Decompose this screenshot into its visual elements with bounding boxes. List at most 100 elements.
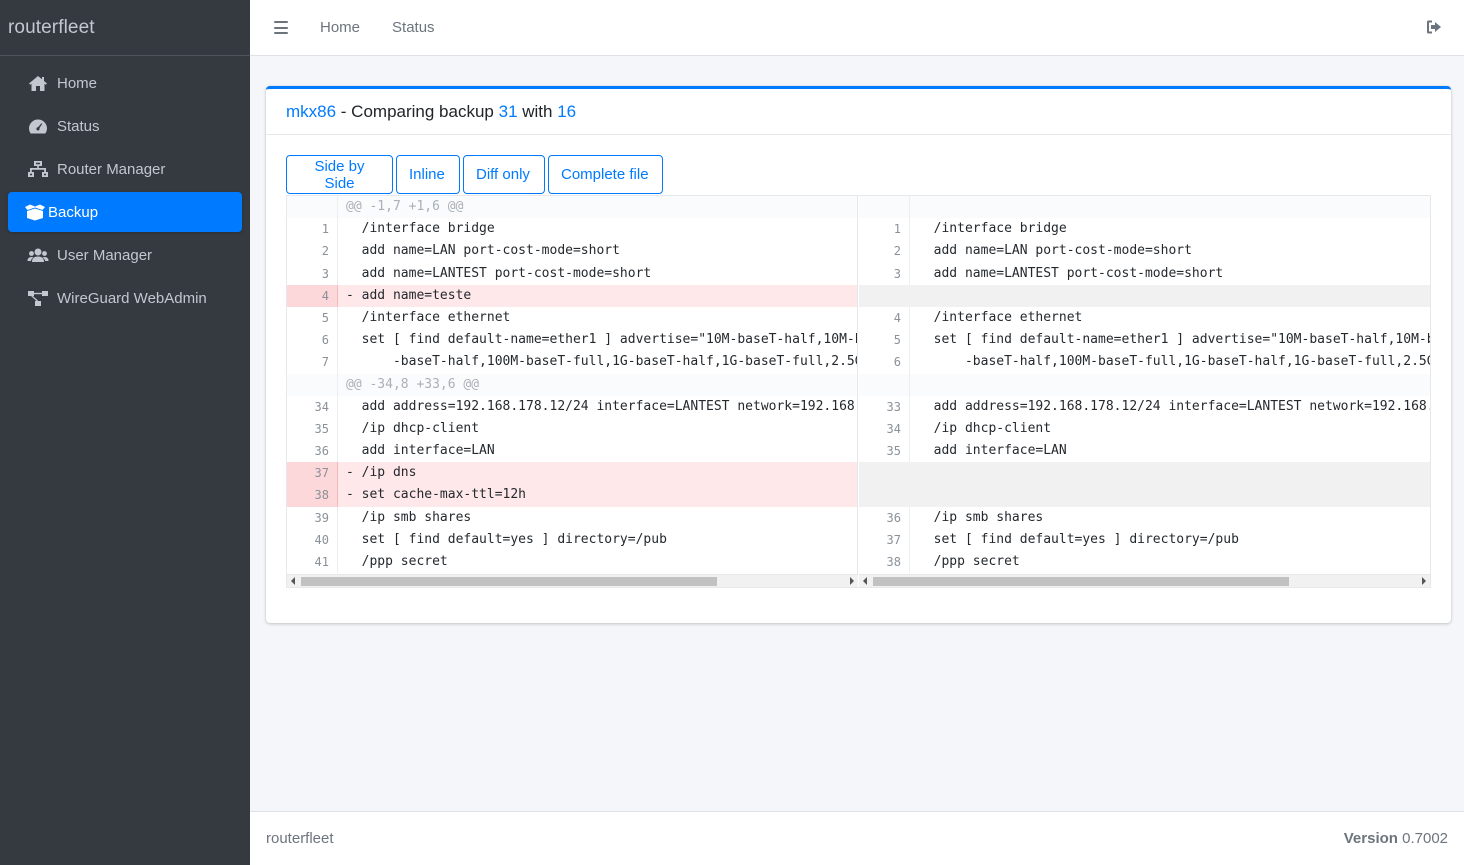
title-text: - Comparing backup [336, 101, 499, 121]
sidebar-item-home[interactable]: Home [8, 63, 242, 103]
line-number: 4 [859, 306, 910, 330]
sidebar-item-router-manager[interactable]: Router Manager [8, 149, 242, 189]
code-line: /ppp secret [918, 554, 1020, 569]
line-number: 3 [287, 262, 338, 285]
right-horizontal-scrollbar[interactable] [859, 574, 1430, 587]
sidebar-item-label: Router Manager [57, 160, 166, 178]
diff-row: 3 add name=LANTEST port-cost-mode=short [859, 262, 1430, 285]
diff-row: 6 set [ find default-name=ether1 ] adver… [287, 329, 857, 352]
diff-row: 7 -baseT-half,100M-baseT-full,1G-baseT-h… [287, 351, 857, 374]
diff-row: 5 set [ find default-name=ether1 ] adver… [859, 329, 1430, 352]
diff-row-empty [859, 484, 1430, 507]
backup-a-link[interactable]: 31 [499, 102, 518, 122]
diff-row-empty [859, 462, 1430, 485]
line-number: 34 [287, 395, 338, 418]
code-line: /ip dhcp-client [918, 420, 1052, 436]
diff-row: 6 -baseT-half,100M-baseT-full,1G-baseT-h… [859, 351, 1430, 374]
footer-brand: routerfleet [266, 830, 334, 847]
sidebar-item-user-manager[interactable]: User Manager [8, 235, 242, 275]
side-by-side-button[interactable]: Side by Side [286, 155, 393, 194]
line-number: 41 [287, 551, 338, 574]
sidebar-nav: Home Status Router Manager Backup User M… [0, 56, 250, 328]
backup-compare-card: mkx86 - Comparing backup 31 with 16 Side… [266, 86, 1451, 623]
diff-row: 41 /ppp secret [287, 551, 857, 574]
tachometer-icon [27, 117, 49, 135]
line-number: 1 [287, 218, 338, 241]
line-number [859, 196, 910, 219]
scrollbar-thumb[interactable] [301, 577, 717, 586]
line-number: 5 [287, 306, 338, 330]
code-line: - add name=teste [346, 287, 472, 303]
diff-row-empty [859, 284, 1430, 307]
diff-row-deleted: 38 - set cache-max-ttl=12h [287, 484, 857, 507]
line-number [859, 462, 910, 485]
line-number: 3 [859, 262, 910, 285]
card-title: mkx86 - Comparing backup 31 with 16 [266, 89, 1451, 135]
users-icon [27, 246, 49, 264]
sidebar-item-label: Home [57, 74, 98, 92]
brand-logo[interactable]: routerfleet [0, 0, 250, 56]
code-line: /interface ethernet [918, 309, 1083, 325]
code-line: set [ find default=yes ] directory=/pub [346, 531, 667, 547]
router-link[interactable]: mkx86 [286, 102, 336, 122]
inline-button[interactable]: Inline [396, 155, 460, 194]
line-number: 33 [859, 395, 910, 418]
line-number [859, 484, 910, 507]
line-number [859, 284, 910, 307]
code-line: set [ find default=yes ] directory=/pub [918, 531, 1239, 547]
diff-row: 2 add name=LAN port-cost-mode=short [859, 240, 1430, 263]
code-line: add name=LANTEST port-cost-mode=short [918, 265, 1224, 281]
line-number: 38 [287, 484, 338, 507]
diff-row: 35 /ip dhcp-client [287, 417, 857, 441]
diff-viewer: @@ -1,7 +1,6 @@ 1 /interface bridge 2 add … [286, 195, 1431, 588]
diff-row: 3 add name=LANTEST port-cost-mode=short [287, 262, 857, 285]
code-line: add name=LAN port-cost-mode=short [918, 243, 1192, 259]
diff-row: 1 /interface bridge [287, 218, 857, 241]
menu-toggle-icon[interactable] [274, 21, 288, 34]
scroll-right-arrow-icon[interactable] [850, 577, 854, 585]
code-line: /ppp secret [346, 554, 448, 569]
diff-row: 39 /ip smb shares [287, 506, 857, 529]
line-number: 40 [287, 528, 338, 551]
line-number: 36 [287, 440, 338, 463]
scroll-left-arrow-icon[interactable] [863, 577, 867, 585]
diff-right-pane: 1 /interface bridge 2 add name=LAN port-c… [859, 196, 1430, 587]
code-line: set [ find default-name=ether1 ] adverti… [933, 332, 1430, 348]
scrollbar-thumb[interactable] [873, 577, 1289, 586]
diff-left-pane: @@ -1,7 +1,6 @@ 1 /interface bridge 2 add … [287, 196, 858, 587]
line-number: 38 [859, 551, 910, 574]
logout-icon[interactable] [1426, 19, 1442, 35]
version-label: Version [1343, 830, 1398, 847]
diff-row: 36 add interface=LAN [287, 440, 857, 463]
sidebar-item-label: Backup [48, 203, 99, 221]
code-line: @@ -1,7 +1,6 @@ [346, 199, 464, 214]
diff-hunk-header: @@ -34,8 +33,6 @@ [287, 373, 857, 396]
sidebar-item-backup[interactable]: Backup [8, 192, 242, 232]
scroll-left-arrow-icon[interactable] [291, 577, 295, 585]
left-horizontal-scrollbar[interactable] [287, 574, 858, 587]
sidebar-item-status[interactable]: Status [8, 106, 242, 146]
top-link-status[interactable]: Status [392, 19, 435, 36]
project-diagram-icon [27, 289, 49, 307]
line-number: 6 [859, 351, 910, 374]
sidebar-item-label: User Manager [57, 246, 153, 264]
diff-row: 34 /ip dhcp-client [859, 417, 1430, 441]
top-link-home[interactable]: Home [320, 19, 360, 36]
diff-row: 4 /interface ethernet [859, 306, 1430, 330]
diff-hunk-header [859, 196, 1430, 219]
sidebar-item-label: Status [57, 117, 100, 135]
diff-row: 38 /ppp secret [859, 551, 1430, 574]
backup-b-link[interactable]: 16 [557, 102, 576, 122]
complete-file-button[interactable]: Complete file [548, 155, 663, 194]
sidebar-item-wireguard-webadmin[interactable]: WireGuard WebAdmin [8, 278, 242, 318]
diff-only-button[interactable]: Diff only [463, 155, 545, 194]
line-number: 7 [287, 351, 338, 374]
diff-hunk-header [859, 373, 1430, 396]
diff-row: 33 add address=192.168.178.12/24 interfa… [859, 395, 1430, 418]
code-line: /interface bridge [918, 221, 1067, 237]
scroll-right-arrow-icon[interactable] [1422, 577, 1426, 585]
code-line: add name=LAN port-cost-mode=short [346, 243, 620, 259]
diff-row: 2 add name=LAN port-cost-mode=short [287, 240, 857, 263]
